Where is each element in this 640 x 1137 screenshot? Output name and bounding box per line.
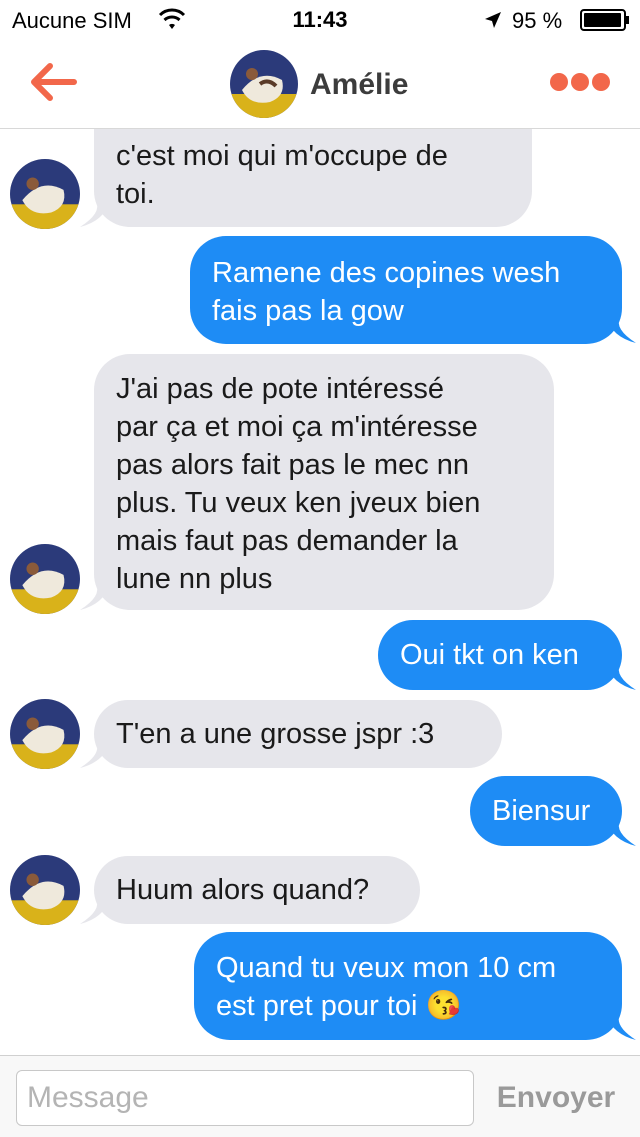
battery-percent: 95 %: [512, 8, 563, 33]
incoming-message[interactable]: c'est moi qui m'occupe de toi.: [94, 129, 532, 227]
bubble-tail: [80, 584, 110, 610]
incoming-message[interactable]: J'ai pas de pote intéressé par ça et moi…: [94, 354, 554, 610]
outgoing-message[interactable]: Oui tkt on ken: [378, 620, 622, 690]
bubble-tail: [80, 742, 110, 768]
message-composer: Envoyer: [0, 1055, 640, 1137]
message-text: Oui tkt on ken: [400, 639, 579, 671]
arrow-left-icon[interactable]: [26, 60, 80, 104]
contact-name[interactable]: Amélie: [310, 68, 408, 102]
message-list[interactable]: c'est moi qui m'occupe de toi. Ramene de…: [0, 129, 640, 1055]
outgoing-message[interactable]: Ramene des copines wesh fais pas la gow: [190, 236, 622, 344]
bubble-tail: [606, 820, 636, 846]
bubble-tail: [606, 317, 636, 343]
message-text: Biensur: [492, 795, 591, 827]
send-button[interactable]: Envoyer: [486, 1070, 626, 1126]
message-text: Quand tu veux mon 10 cm est pret pour to…: [216, 952, 557, 1022]
three-dots-icon[interactable]: [548, 68, 612, 96]
message-input[interactable]: [16, 1070, 474, 1126]
avatar[interactable]: [10, 159, 80, 229]
outgoing-message[interactable]: Quand tu veux mon 10 cm est pret pour to…: [194, 932, 622, 1040]
message-text: Huum alors quand?: [116, 874, 370, 906]
avatar[interactable]: [10, 699, 80, 769]
incoming-message[interactable]: T'en a une grosse jspr :3: [94, 700, 502, 768]
bubble-tail: [80, 201, 110, 227]
battery-icon: [580, 9, 629, 31]
bubble-tail: [80, 898, 110, 924]
message-text: J'ai pas de pote intéressé par ça et moi…: [116, 373, 481, 595]
outgoing-message[interactable]: Biensur: [470, 776, 622, 846]
location-arrow-icon: [485, 12, 501, 28]
message-text: T'en a une grosse jspr :3: [116, 718, 435, 750]
avatar[interactable]: [10, 544, 80, 614]
bubble-tail: [606, 1014, 636, 1040]
message-text: c'est moi qui m'occupe de toi.: [116, 140, 448, 210]
avatar[interactable]: [10, 855, 80, 925]
bubble-tail: [606, 664, 636, 690]
status-bar: Aucune SIM 11:43 95 %: [0, 0, 640, 40]
message-text: Ramene des copines wesh fais pas la gow: [212, 257, 561, 327]
incoming-message[interactable]: Huum alors quand?: [94, 856, 420, 924]
chat-header: Amélie: [0, 40, 640, 129]
avatar[interactable]: [230, 50, 298, 118]
